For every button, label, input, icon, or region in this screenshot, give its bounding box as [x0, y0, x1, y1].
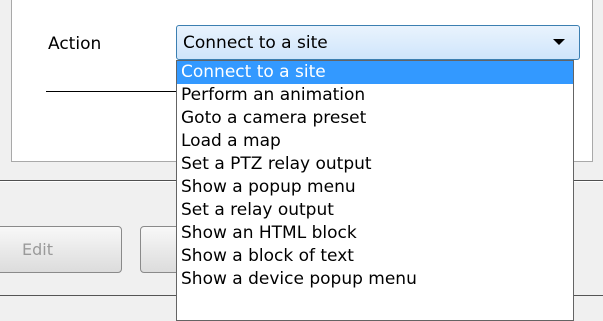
action-dropdown-list[interactable]: Connect to a site Perform an animation G…	[176, 60, 574, 321]
edit-button[interactable]: Edit	[0, 226, 122, 273]
action-combobox-value: Connect to a site	[183, 33, 328, 53]
action-combobox[interactable]: Connect to a site	[176, 25, 580, 60]
dialog-window: Action Edit Connect to a site Connect to…	[0, 0, 603, 321]
edit-button-label: Edit	[22, 240, 53, 259]
dropdown-option[interactable]: Perform an animation	[177, 84, 573, 107]
chevron-down-icon[interactable]	[553, 39, 565, 45]
dropdown-option[interactable]: Set a PTZ relay output	[177, 153, 573, 176]
dropdown-option[interactable]: Goto a camera preset	[177, 107, 573, 130]
dropdown-option[interactable]: Set a relay output	[177, 199, 573, 222]
action-label: Action	[48, 34, 102, 54]
panel-divider	[46, 91, 196, 92]
dropdown-option[interactable]: Show a device popup menu	[177, 268, 573, 291]
dropdown-option[interactable]: Load a map	[177, 130, 573, 153]
dropdown-option[interactable]: Show a block of text	[177, 245, 573, 268]
dropdown-option[interactable]: Show an HTML block	[177, 222, 573, 245]
dropdown-option[interactable]: Show a popup menu	[177, 176, 573, 199]
dropdown-option[interactable]: Connect to a site	[177, 61, 573, 84]
